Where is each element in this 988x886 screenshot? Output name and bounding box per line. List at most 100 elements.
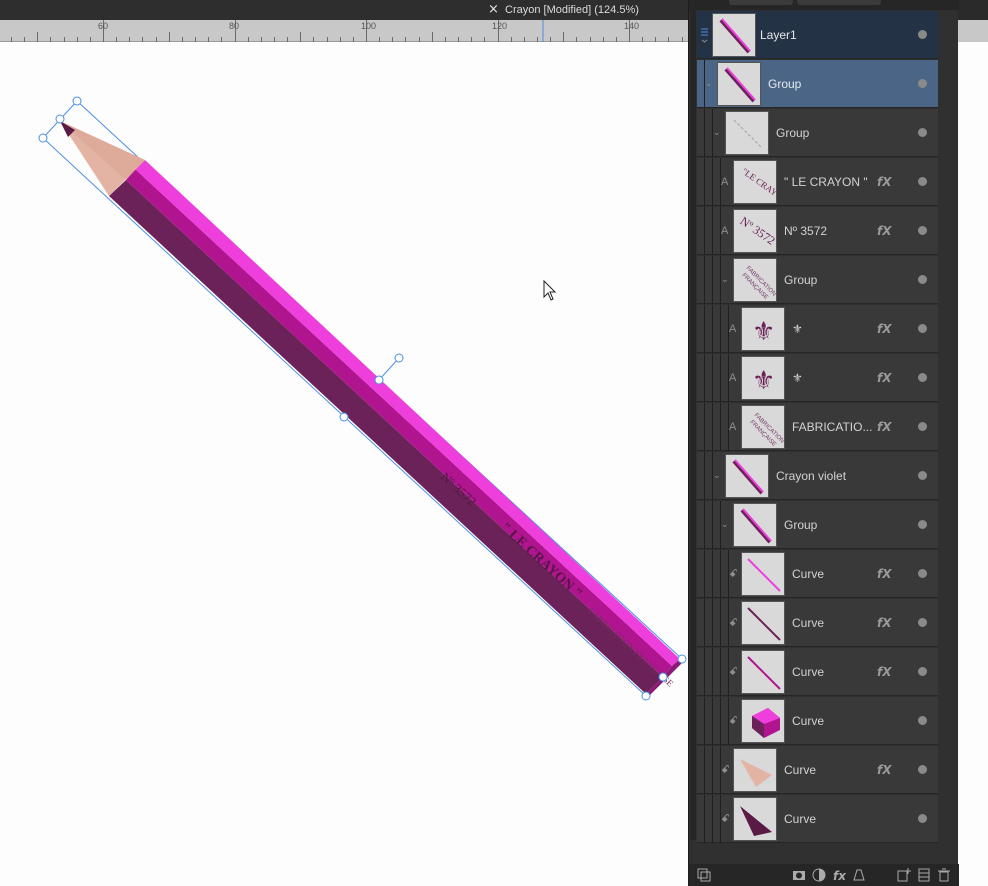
horizontal-ruler[interactable]: 60 80 100 120 140 [0, 20, 688, 42]
visibility-toggle-icon[interactable] [918, 716, 927, 725]
visibility-toggle-icon[interactable] [918, 275, 927, 284]
fx-icon[interactable]: fX [877, 354, 891, 402]
indent-guide [704, 354, 705, 402]
visibility-toggle-icon[interactable] [918, 226, 927, 235]
indent-guide [712, 599, 713, 647]
panel-tab-button[interactable] [797, 0, 881, 5]
layer-row[interactable]: ꗃ Curve fX [697, 550, 938, 598]
visibility-toggle-icon[interactable] [918, 373, 927, 382]
visibility-toggle-icon[interactable] [918, 79, 927, 88]
panel-tab-button[interactable] [729, 0, 793, 5]
layer-row[interactable]: ⌄ Group [697, 60, 938, 108]
layer-row[interactable]: A FABRICATION FRANÇAISE FABRICATIO... fX [697, 403, 938, 451]
fx-icon[interactable]: fX [877, 403, 891, 451]
layer-name: Nº 3572 [784, 224, 828, 238]
layer-row[interactable]: A ⚜ ⚜ fX [697, 354, 938, 402]
svg-text:fx: fx [833, 869, 846, 882]
expand-chevron-icon[interactable]: ⌄ [713, 109, 721, 157]
visibility-toggle-icon[interactable] [918, 177, 927, 186]
expand-chevron-icon[interactable]: ⌄ [721, 256, 729, 304]
layer-row[interactable]: A Nº 3572 Nº 3572 fX [697, 207, 938, 255]
indent-guide [712, 501, 713, 549]
layer-row[interactable]: Layer1 [697, 11, 938, 59]
visibility-toggle-icon[interactable] [918, 667, 927, 676]
fleur-de-lis-thumb-icon: ⚜ [741, 356, 785, 400]
fx-icon[interactable]: fX [877, 648, 891, 696]
magenta-line-thumb-icon [741, 650, 785, 694]
add-layer-icon[interactable] [897, 868, 911, 882]
expand-chevron-icon[interactable]: ⌄ [721, 501, 729, 549]
close-tab-button[interactable]: × [488, 1, 499, 19]
expand-chevron-icon[interactable]: ⌄ [705, 60, 713, 108]
layer-row[interactable]: ⌄ Crayon violet [697, 452, 938, 500]
handle-corner-br [677, 654, 687, 664]
indent-guide [704, 305, 705, 353]
visibility-toggle-icon[interactable] [918, 471, 927, 480]
visibility-toggle-icon[interactable] [918, 324, 927, 333]
layer-row[interactable]: ꗃ Curve [697, 697, 938, 745]
layer-row[interactable]: ꗃ Curve fX [697, 599, 938, 647]
delete-layer-icon[interactable] [937, 868, 951, 882]
layer-row[interactable]: ꗃ Curve fX [697, 648, 938, 696]
lead-tip-thumb-icon [733, 797, 777, 841]
visibility-toggle-icon[interactable] [918, 569, 927, 578]
visibility-toggle-icon[interactable] [918, 765, 927, 774]
indent-guide [704, 795, 705, 843]
layer-name: Group [784, 273, 818, 287]
fx-icon[interactable]: fX [877, 207, 891, 255]
panel-footer-toolbar: fx [689, 864, 959, 886]
visibility-toggle-icon[interactable] [918, 422, 927, 431]
indent-guide [704, 403, 705, 451]
visibility-toggle-icon[interactable] [918, 814, 927, 823]
indent-guide [704, 109, 705, 157]
layer-name: Curve [792, 714, 825, 728]
handle-corner-bl [641, 691, 651, 701]
indent-guide [712, 207, 713, 255]
svg-text:⚜: ⚜ [752, 317, 775, 347]
pencil-dark-face [109, 180, 663, 694]
mask-icon[interactable] [792, 868, 806, 882]
indent-guide [712, 550, 713, 598]
layer-row[interactable]: ꗃ Curve fX [697, 746, 938, 794]
fx-icon[interactable]: fX [877, 599, 891, 647]
indent-guide [712, 305, 713, 353]
layer-row[interactable]: A ⚜ ⚜ fX [697, 305, 938, 353]
curve-layer-icon: ꗃ [729, 568, 738, 580]
layer-row[interactable]: A "LE CRAYON" " LE CRAYON " fX [697, 158, 938, 206]
layer-tree-gutter [690, 10, 696, 840]
visibility-toggle-icon[interactable] [918, 520, 927, 529]
layer-name: Group [768, 77, 802, 91]
layer-row[interactable]: ꗃ Curve [697, 795, 938, 843]
fx-icon[interactable]: fX [877, 305, 891, 353]
visibility-toggle-icon[interactable] [918, 618, 927, 627]
mouse-cursor-icon [543, 279, 557, 301]
layer-name: ⚜ [792, 322, 803, 336]
pencil-light-face [135, 160, 680, 666]
design-canvas[interactable]: Nº 3572 " LE CRAYON " FABRICATION FRANÇA… [0, 42, 688, 886]
indent-guide [704, 746, 705, 794]
document-tab[interactable]: Crayon [Modified] (124.5%) [505, 0, 639, 20]
indent-guide [704, 256, 705, 304]
fleur-de-lis-thumb-icon: ⚜ [741, 307, 785, 351]
fx-icon[interactable]: fx [832, 868, 846, 882]
curve-layer-icon: ꗃ [721, 813, 730, 825]
layer-options-icon[interactable] [697, 868, 711, 882]
fx-icon[interactable]: fX [877, 550, 891, 598]
adjustment-icon[interactable] [812, 868, 826, 882]
expand-chevron-icon[interactable]: ⌄ [713, 452, 721, 500]
live-filter-icon[interactable] [852, 868, 866, 882]
fx-icon[interactable]: fX [877, 158, 891, 206]
indent-guide [712, 648, 713, 696]
handle-corner-tl [38, 133, 48, 143]
add-pixel-layer-icon[interactable] [917, 868, 931, 882]
layer-name: Group [784, 518, 818, 532]
layers-panel: Layer1 ⌄ Group ⌄ Group A "LE CRAYON" " LE CRAYO… [688, 0, 959, 886]
layer-row[interactable]: ⌄ Group [697, 501, 938, 549]
layer-row[interactable]: ⌄ FABRICATION FRANÇAISE Group [697, 256, 938, 304]
handle-side-left [55, 114, 65, 124]
visibility-toggle-icon[interactable] [918, 30, 927, 39]
indent-guide [712, 795, 713, 843]
visibility-toggle-icon[interactable] [918, 128, 927, 137]
layer-row[interactable]: ⌄ Group [697, 109, 938, 157]
fx-icon[interactable]: fX [877, 746, 891, 794]
